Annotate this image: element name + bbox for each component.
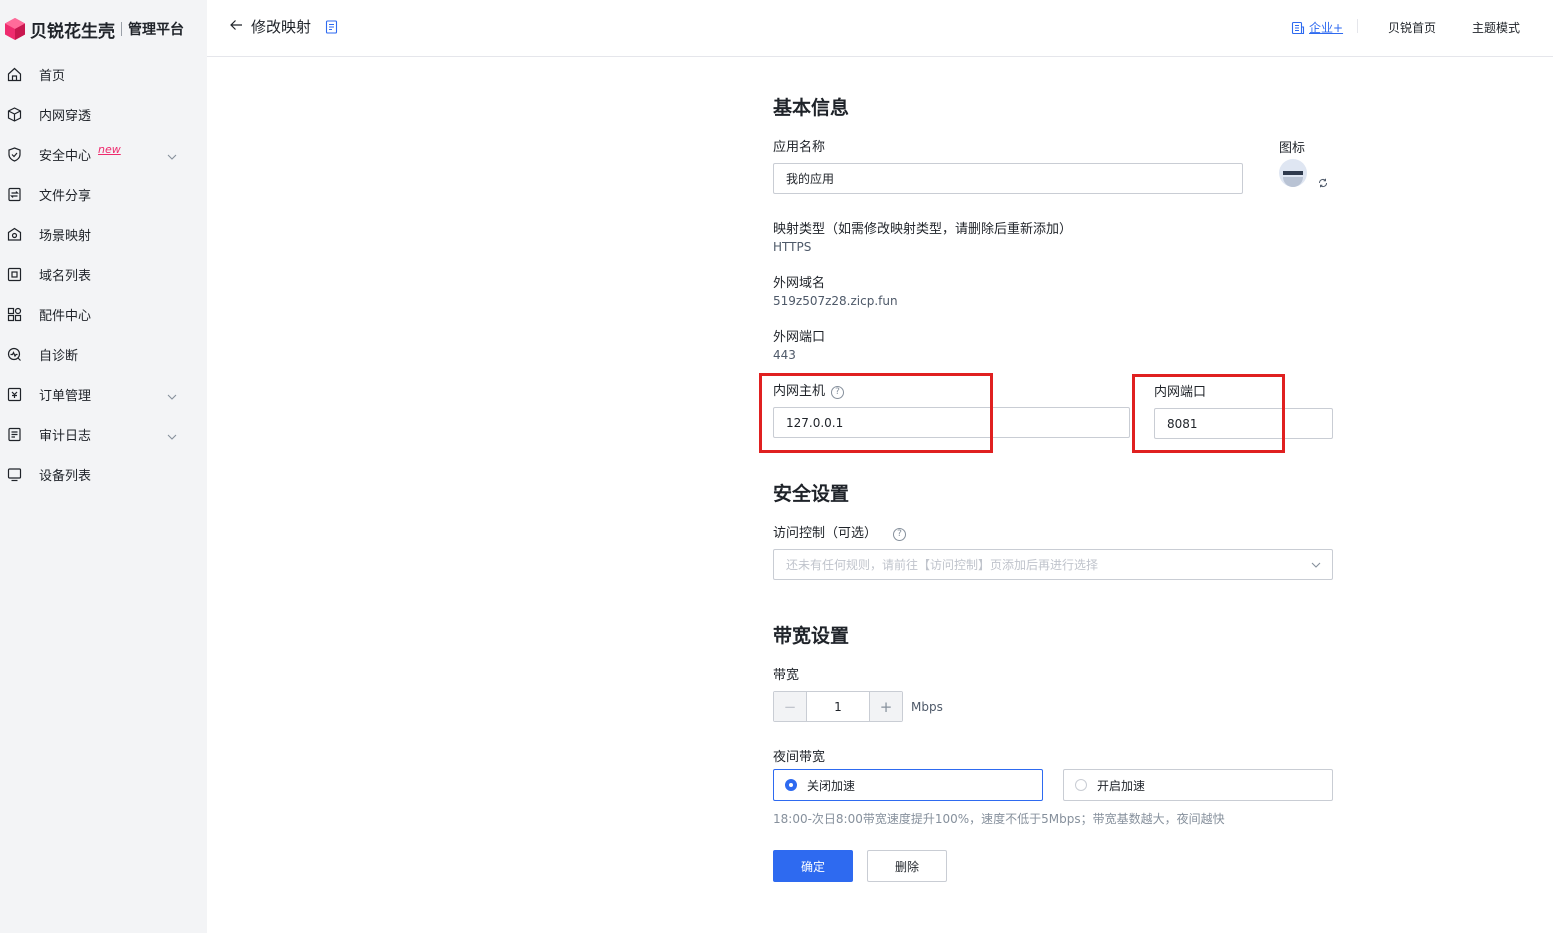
map-type-value: HTTPS [773,240,812,254]
cube-icon [6,106,23,123]
map-type-label: 映射类型（如需修改映射类型，请删除后重新添加） [773,222,1073,237]
document-icon[interactable] [325,19,338,34]
chevron-down-icon [166,148,178,160]
sidebar-item-devices[interactable]: 设备列表 [0,454,207,494]
new-badge: new [98,142,121,156]
help-icon[interactable]: ? [893,528,907,541]
domain-label: 外网域名 [773,276,826,291]
theme-mode-link[interactable]: 主题模式 [1472,19,1520,36]
logo-cube-icon [4,17,26,41]
sidebar-item-label: 订单管理 [39,388,92,404]
night-bandwidth-label: 夜间带宽 [773,750,826,765]
radio-checked-icon [785,779,797,791]
sidebar-item-label: 自诊断 [39,348,79,364]
section-title-security: 安全设置 [773,483,850,505]
bandwidth-stepper: − 1 + [773,691,903,722]
sidebar-item-label: 首页 [39,68,66,84]
chevron-down-icon [166,428,178,440]
grid-icon [6,306,23,323]
enterprise-label: 企业+ [1309,21,1344,35]
increment-button[interactable]: + [869,692,902,721]
device-icon [6,466,23,483]
sidebar-item-label: 审计日志 [39,428,92,444]
access-control-placeholder: 还未有任何规则，请前往【访问控制】页添加后再进行选择 [786,558,1099,572]
sidebar-item-label: 场景映射 [39,228,92,244]
sidebar-item-domains[interactable]: 域名列表 [0,254,207,294]
app-name-input[interactable]: 我的应用 [773,163,1243,194]
bandwidth-value[interactable]: 1 [807,692,869,721]
sidebar-item-label: 安全中心 [39,148,92,164]
domain-icon [6,266,23,283]
sidebar-item-security[interactable]: 安全中心 new [0,134,207,174]
external-port-value: 443 [773,348,796,362]
refresh-icon[interactable] [1317,174,1329,188]
bandwidth-unit: Mbps [911,700,943,714]
sidebar-item-label: 配件中心 [39,308,92,324]
confirm-button[interactable]: 确定 [773,850,853,882]
access-control-select[interactable]: 还未有任何规则，请前往【访问控制】页添加后再进行选择 [773,549,1333,580]
log-icon [6,426,23,443]
radio-acceleration-off[interactable]: 关闭加速 [773,769,1043,801]
sidebar-item-label: 内网穿透 [39,108,92,124]
section-title-bandwidth: 带宽设置 [773,625,850,647]
home-icon [6,66,23,83]
radio-unchecked-icon [1075,779,1087,791]
page-title: 修改映射 [251,18,312,36]
scene-icon [6,226,23,243]
icon-label: 图标 [1279,141,1306,156]
access-control-label-text: 访问控制（可选） [773,526,878,541]
brand-name: 贝锐花生壳 [30,21,115,42]
delete-button[interactable]: 删除 [867,850,947,882]
sidebar-item-home[interactable]: 首页 [0,54,207,94]
sidebar-item-label: 文件分享 [39,188,92,204]
enterprise-link[interactable]: 企业+ [1291,19,1343,36]
header-divider [1357,19,1358,33]
sidebar-item-file-share[interactable]: 文件分享 [0,174,207,214]
enterprise-icon [1291,21,1305,34]
sidebar-item-orders[interactable]: 订单管理 [0,374,207,414]
sidebar-item-label: 设备列表 [39,468,92,484]
bandwidth-label: 带宽 [773,668,800,683]
order-icon [6,386,23,403]
sidebar: 贝锐花生壳 管理平台 首页 内网穿透 安全中心 new 文件分享 场景映射 域名… [0,0,207,933]
brand-logo[interactable]: 贝锐花生壳 管理平台 [4,16,184,42]
radio-label: 关闭加速 [807,778,856,793]
brand-subtitle: 管理平台 [128,22,184,38]
oray-home-link[interactable]: 贝锐首页 [1388,19,1436,36]
highlight-box-internal-port [1132,374,1285,453]
highlight-box-internal-host [759,373,993,453]
external-port-label: 外网端口 [773,330,826,345]
decrement-button[interactable]: − [774,692,807,721]
radio-acceleration-on[interactable]: 开启加速 [1063,769,1333,801]
chevron-down-icon [166,388,178,400]
sidebar-item-label: 域名列表 [39,268,92,284]
file-share-icon [6,186,23,203]
section-title-basic: 基本信息 [773,97,850,119]
radio-label: 开启加速 [1097,778,1146,793]
night-bandwidth-hint: 18:00-次日8:00带宽速度提升100%，速度不低于5Mbps；带宽基数越大… [773,812,1225,826]
sidebar-item-accessories[interactable]: 配件中心 [0,294,207,334]
shield-icon [6,146,23,163]
access-control-label: 访问控制（可选）? [773,522,907,541]
back-arrow-icon[interactable] [229,17,243,31]
sidebar-item-audit-log[interactable]: 审计日志 [0,414,207,454]
top-header: 修改映射 企业+ 贝锐首页 主题模式 [207,0,1553,57]
diagnose-icon [6,346,23,363]
sidebar-item-intranet[interactable]: 内网穿透 [0,94,207,134]
domain-value: 519z507z28.zicp.fun [773,294,898,308]
sidebar-item-scene[interactable]: 场景映射 [0,214,207,254]
app-icon-preview[interactable] [1279,159,1307,187]
chevron-down-icon [1310,559,1322,571]
app-name-label: 应用名称 [773,140,826,155]
sidebar-item-diagnose[interactable]: 自诊断 [0,334,207,374]
sidebar-nav: 首页 内网穿透 安全中心 new 文件分享 场景映射 域名列表 配件中心 自诊断… [0,54,207,494]
brand-separator [121,22,122,36]
